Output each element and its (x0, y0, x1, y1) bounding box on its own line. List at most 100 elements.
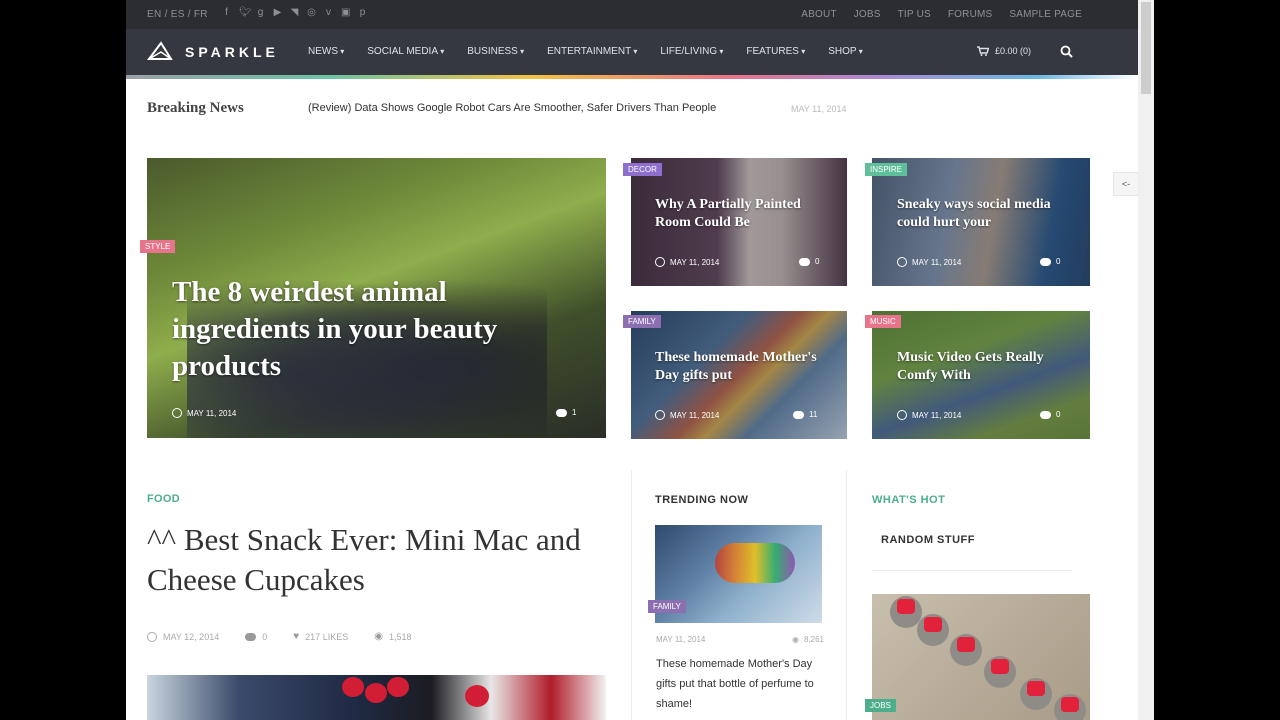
top-link-tip-us[interactable]: TIP US (898, 9, 931, 20)
trending-meta: MAY 11, 2014 ◉ 8,261 (656, 635, 824, 644)
cart-button[interactable]: £0.00 (0) (977, 46, 1031, 56)
trending-views: 8,261 (803, 635, 824, 644)
menu-item-shop[interactable]: SHOP (828, 46, 863, 57)
category-badge-family[interactable]: FAMILY (623, 315, 661, 328)
site-logo[interactable]: SPARKLE (147, 41, 279, 63)
pushpin-shape (917, 614, 949, 646)
column-divider (846, 470, 847, 720)
featured-main-card[interactable]: The 8 weirdest animal ingredients in you… (147, 158, 606, 438)
facebook-icon[interactable]: f (222, 8, 231, 18)
raspberry-shape (387, 677, 409, 697)
scrollbar-thumb[interactable] (1141, 2, 1151, 94)
top-link-about[interactable]: ABOUT (801, 9, 836, 20)
dribbble-icon[interactable]: ◎ (307, 8, 316, 18)
logo-text: SPARKLE (185, 44, 279, 60)
article-image[interactable] (147, 675, 606, 720)
cart-icon (977, 46, 989, 56)
featured-card-decor[interactable]: Why A Partially Painted Room Could Be MA… (631, 158, 847, 286)
comment-icon (556, 408, 567, 417)
clock-icon (172, 408, 182, 418)
google-plus-icon[interactable]: g (256, 8, 265, 18)
article-date: MAY 12, 2014 (163, 631, 220, 642)
menu-item-life-living[interactable]: LIFE/LIVING (660, 46, 723, 57)
pushpin-shape (1020, 678, 1052, 710)
twitter-icon[interactable]: 🐦︎ (239, 8, 252, 18)
menu-item-entertainment[interactable]: ENTERTAINMENT (547, 46, 637, 57)
rss-icon[interactable]: ◥ (290, 8, 299, 18)
featured-main-comments[interactable]: 1 (556, 408, 576, 417)
whats-hot-image[interactable] (872, 594, 1090, 720)
pin-head (991, 659, 1009, 674)
menu-item-social-media[interactable]: SOCIAL MEDIA (367, 46, 444, 57)
top-link-forums[interactable]: FORUMS (948, 9, 993, 20)
youtube-icon[interactable]: ▶ (273, 8, 282, 18)
card-comments-music[interactable]: 0 (1040, 410, 1060, 419)
card-comments-inspire[interactable]: 0 (1040, 257, 1060, 266)
menu-item-features[interactable]: FEATURES (746, 46, 805, 57)
article-date-wrap: MAY 12, 2014 (147, 631, 220, 642)
comment-count: 0 (815, 257, 820, 266)
article-views: 1,518 (388, 631, 412, 642)
card-comments-decor[interactable]: 0 (799, 257, 819, 266)
comment-icon (1040, 257, 1051, 266)
trending-category-badge[interactable]: FAMILY (648, 600, 686, 613)
search-icon (1060, 45, 1073, 58)
featured-main-date: MAY 11, 2014 (187, 408, 237, 418)
article-comments-wrap[interactable]: 0 (245, 632, 267, 642)
card-meta-family: MAY 11, 2014 (655, 410, 719, 420)
clock-icon (147, 631, 157, 642)
raspberry-shape (465, 685, 489, 707)
article-title[interactable]: ^^ Best Snack Ever: Mini Mac and Cheese … (147, 520, 587, 600)
pinterest-icon[interactable]: p (358, 8, 367, 18)
category-badge-decor[interactable]: DECOR (623, 163, 662, 176)
whats-hot-category-badge[interactable]: JOBS (865, 699, 896, 712)
website-page: EN / ES / FR f 🐦︎ g ▶ ◥ ◎ v ▣ p ABOUT JO… (126, 0, 1138, 720)
scrollbar[interactable] (1138, 0, 1154, 720)
featured-main-title[interactable]: The 8 weirdest animal ingredients in you… (172, 274, 572, 385)
top-link-sample-page[interactable]: SAMPLE PAGE (1009, 9, 1082, 20)
instagram-icon[interactable]: ▣ (341, 8, 350, 18)
category-badge-inspire[interactable]: INSPIRE (865, 163, 908, 176)
pushpin-shape (1054, 694, 1086, 720)
pin-head (1027, 681, 1045, 696)
pin-head (957, 637, 975, 652)
featured-card-inspire[interactable]: Sneaky ways social media could hurt your… (872, 158, 1090, 286)
comment-icon (793, 410, 804, 419)
random-stuff-box: RANDOM STUFF (872, 527, 1072, 571)
card-title-decor[interactable]: Why A Partially Painted Room Could Be (655, 196, 830, 232)
color-stripe (126, 75, 1138, 79)
social-links: f 🐦︎ g ▶ ◥ ◎ v ▣ p (222, 8, 367, 18)
featured-card-music[interactable]: Music Video Gets Really Comfy With MAY 1… (872, 311, 1090, 439)
menu-item-news[interactable]: NEWS (308, 46, 344, 57)
search-button[interactable] (1060, 45, 1073, 63)
article-views-wrap: ◉ 1,518 (374, 631, 411, 642)
side-panel-toggle[interactable]: <- (1113, 172, 1138, 196)
breaking-news-headline[interactable]: (Review) Data Shows Google Robot Cars Ar… (308, 102, 716, 114)
whats-hot-title: WHAT'S HOT (872, 494, 946, 506)
random-stuff-title[interactable]: RANDOM STUFF (881, 534, 975, 546)
raspberry-shape (365, 683, 387, 703)
top-link-jobs[interactable]: JOBS (854, 9, 881, 20)
clock-icon (897, 410, 907, 420)
pushpin-shape (950, 634, 982, 666)
language-switcher[interactable]: EN / ES / FR (147, 9, 208, 20)
card-date: MAY 11, 2014 (670, 257, 720, 267)
category-badge-music[interactable]: MUSIC (865, 315, 901, 328)
vimeo-icon[interactable]: v (324, 8, 333, 18)
card-comments-family[interactable]: 11 (793, 410, 817, 419)
comment-count: 0 (1056, 410, 1061, 419)
featured-card-family[interactable]: These homemade Mother's Day gifts put MA… (631, 311, 847, 439)
comment-count: 1 (572, 408, 577, 417)
comment-count: 11 (809, 410, 818, 419)
card-title-music[interactable]: Music Video Gets Really Comfy With (897, 349, 1067, 385)
article-likes-wrap[interactable]: ♥ 217 LIKES (293, 631, 348, 642)
category-badge-style[interactable]: STYLE (140, 240, 176, 253)
article-category[interactable]: FOOD (147, 493, 180, 505)
menu-item-business[interactable]: BUSINESS (467, 46, 524, 57)
card-title-family[interactable]: These homemade Mother's Day gifts put (655, 349, 825, 385)
pin-head (897, 599, 915, 614)
card-title-inspire[interactable]: Sneaky ways social media could hurt your (897, 196, 1077, 232)
card-meta-inspire: MAY 11, 2014 (897, 257, 961, 267)
featured-main-meta: MAY 11, 2014 (172, 408, 236, 418)
trending-headline[interactable]: These homemade Mother's Day gifts put th… (656, 654, 816, 714)
